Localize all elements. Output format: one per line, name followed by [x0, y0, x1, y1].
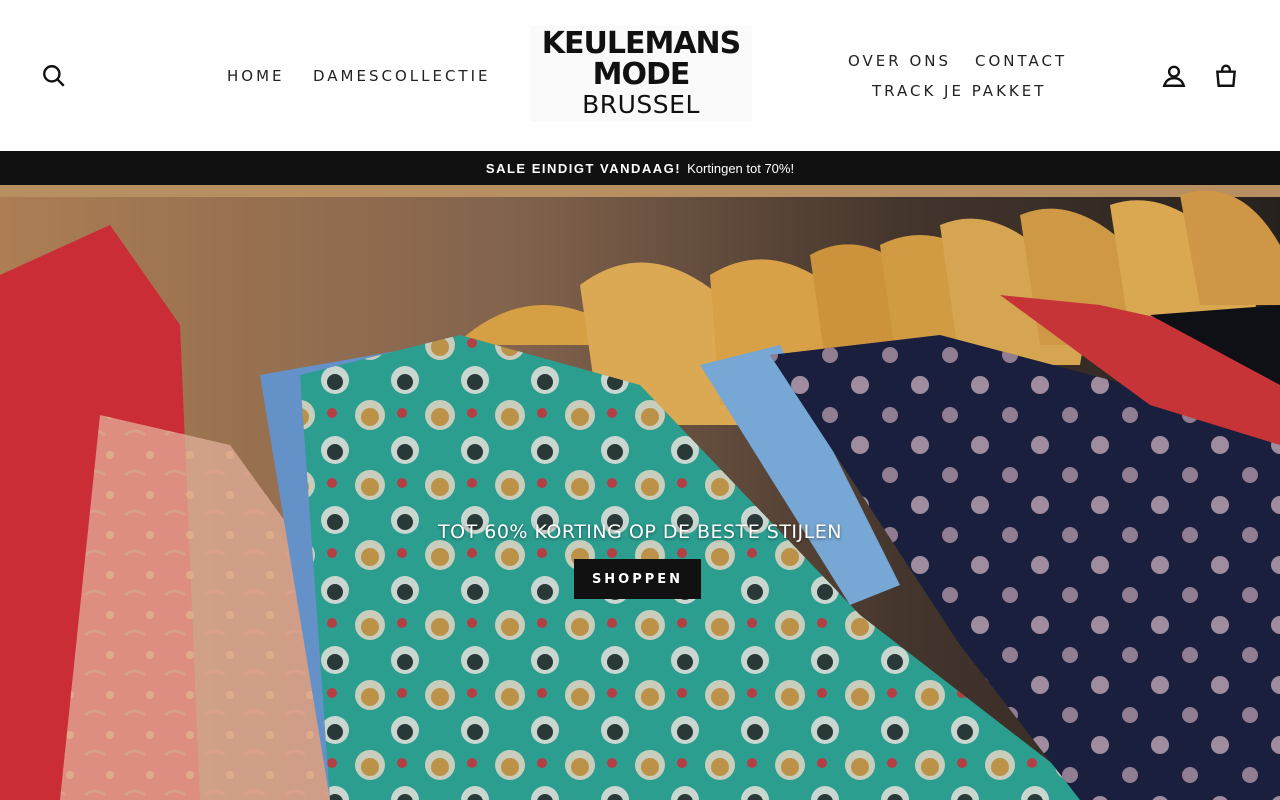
announcement-strong: SALE EINDIGT VANDAAG!	[485, 160, 682, 176]
hero-banner: TOT 60% KORTING OP DE BESTE STIJLEN SHOP…	[0, 185, 1280, 800]
site-logo[interactable]: KEULEMANS MODE BRUSSEL	[530, 26, 752, 122]
shoppen-button[interactable]: SHOPPEN	[574, 559, 701, 599]
search-icon[interactable]	[38, 60, 70, 92]
hero-image	[0, 185, 1280, 800]
cart-icon[interactable]	[1210, 60, 1242, 92]
logo-line3: BRUSSEL	[582, 90, 700, 119]
logo-line2: MODE	[592, 57, 691, 92]
nav-contact[interactable]: CONTACT	[975, 52, 1067, 70]
logo-line1: KEULEMANS	[541, 26, 742, 61]
announcement-text: Kortingen tot 70%!	[687, 160, 795, 176]
nav-damescollectie[interactable]: DAMESCOLLECTIE	[313, 67, 491, 85]
site-header: HOME DAMESCOLLECTIE KEULEMANS MODE BRUSS…	[0, 0, 1280, 151]
nav-over-ons[interactable]: OVER ONS	[848, 52, 951, 70]
nav-home[interactable]: HOME	[227, 67, 285, 85]
announcement-bar[interactable]: SALE EINDIGT VANDAAG! Kortingen tot 70%!	[0, 151, 1280, 185]
account-icon[interactable]	[1158, 60, 1190, 92]
hero-title: TOT 60% KORTING OP DE BESTE STIJLEN	[438, 521, 842, 543]
nav-track-je-pakket[interactable]: TRACK JE PAKKET	[872, 82, 1046, 100]
